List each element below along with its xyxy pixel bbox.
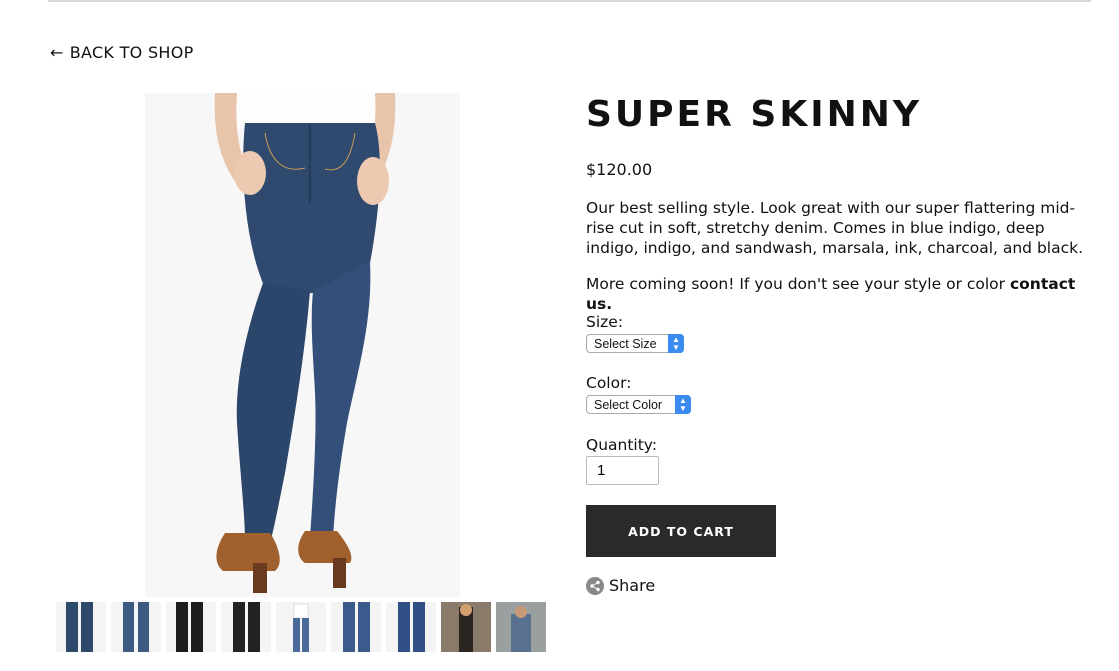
size-select-value: Select Size: [594, 336, 657, 351]
share-icon: [586, 576, 604, 595]
color-label: Color:: [586, 374, 632, 392]
product-main-image[interactable]: [145, 93, 460, 597]
add-to-cart-button[interactable]: ADD TO CART: [586, 505, 776, 557]
share-button[interactable]: Share: [586, 576, 655, 595]
thumbnail-4[interactable]: [221, 602, 271, 652]
thumbnail-1[interactable]: [56, 602, 106, 652]
more-coming-text: More coming soon! If you don't see your …: [586, 274, 1106, 314]
back-to-shop-label: BACK TO SHOP: [69, 43, 194, 62]
thumbnail-5[interactable]: [276, 602, 326, 652]
color-select[interactable]: Select Color ▲ ▼: [586, 395, 691, 414]
top-divider: [48, 0, 1091, 2]
select-stepper-icon: ▲ ▼: [668, 334, 684, 353]
thumbnail-8[interactable]: [441, 602, 491, 652]
color-select-value: Select Color: [594, 397, 663, 412]
thumbnail-strip: [56, 602, 546, 652]
product-price: $120.00: [586, 160, 653, 179]
thumbnail-9[interactable]: [496, 602, 546, 652]
share-label: Share: [609, 576, 656, 595]
product-description: Our best selling style. Look great with …: [586, 199, 1084, 257]
thumbnail-7[interactable]: [386, 602, 436, 652]
thumbnail-3[interactable]: [166, 602, 216, 652]
select-stepper-icon: ▲ ▼: [675, 395, 691, 414]
thumbnail-6[interactable]: [331, 602, 381, 652]
thumbnail-2[interactable]: [111, 602, 161, 652]
size-label: Size:: [586, 313, 624, 331]
quantity-input[interactable]: [586, 456, 659, 485]
more-coming-label: More coming soon! If you don't see your …: [586, 275, 1010, 293]
size-select[interactable]: Select Size ▲ ▼: [586, 334, 684, 353]
quantity-label: Quantity:: [586, 436, 658, 454]
arrow-left-icon: ←: [50, 43, 64, 62]
back-to-shop-link[interactable]: ← BACK TO SHOP: [50, 43, 194, 62]
product-title: SUPER SKINNY: [586, 94, 922, 135]
